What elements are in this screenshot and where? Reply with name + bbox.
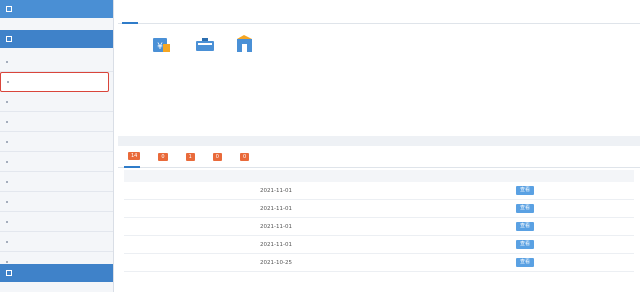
bullet-icon: [6, 60, 8, 63]
user-manage-icon: [234, 34, 256, 56]
bullet-icon: [6, 200, 8, 203]
quick-action-label: [220, 62, 270, 69]
table-header: [124, 170, 634, 182]
quick-action[interactable]: ¥: [136, 34, 186, 69]
bullet-icon: [6, 120, 8, 123]
sidebar-item-selected[interactable]: [0, 72, 109, 92]
view-button[interactable]: 查看: [516, 258, 534, 267]
checkbox-icon: [6, 6, 12, 12]
sidebar-item[interactable]: [0, 212, 113, 232]
table-row: 2021-11-01 查看: [124, 236, 634, 254]
deadline: 2021-11-01: [260, 223, 292, 230]
tab-public-service[interactable]: [186, 0, 202, 24]
task-tabs: 14 0 1 0 0: [118, 146, 640, 168]
bullet-icon: [6, 240, 8, 243]
sidebar-list: [0, 52, 113, 272]
money-card-icon: ¥: [150, 34, 172, 56]
table-row: 2021-10-25 查看: [124, 254, 634, 272]
bullet-icon: [6, 180, 8, 183]
gear-icon: [6, 36, 12, 42]
bullet-icon: [6, 260, 8, 263]
sidebar-item[interactable]: [0, 132, 113, 152]
table-row: 2021-11-01 查看: [124, 200, 634, 218]
quick-action[interactable]: [220, 34, 270, 69]
view-button[interactable]: 查看: [516, 204, 534, 213]
bullet-icon: [6, 140, 8, 143]
sidebar-item[interactable]: [0, 232, 113, 252]
table-row: 2021-11-01 查看: [124, 218, 634, 236]
bullet-icon: [7, 81, 9, 83]
tab-interaction[interactable]: [170, 0, 186, 24]
task-tab[interactable]: 0: [236, 146, 250, 168]
view-button[interactable]: 查看: [516, 240, 534, 249]
tab-my-tasks[interactable]: [122, 0, 138, 24]
sidebar-item[interactable]: [0, 92, 113, 112]
view-button[interactable]: 查看: [516, 186, 534, 195]
task-tab[interactable]: 0: [154, 146, 168, 168]
svg-text:¥: ¥: [157, 42, 163, 52]
sidebar-item[interactable]: [0, 192, 113, 212]
count-badge: 0: [212, 152, 222, 161]
task-table: 2021-11-01 查看 2021-11-01 查看 2021-11-01 查…: [124, 170, 634, 272]
bullet-icon: [6, 220, 8, 223]
top-tabs: [118, 0, 640, 24]
task-tab[interactable]: 14: [124, 146, 141, 168]
deadline: 2021-11-01: [260, 241, 292, 248]
sidebar-item[interactable]: [0, 52, 113, 72]
count-badge: 1: [185, 152, 195, 161]
id-card-icon: [194, 34, 216, 56]
quick-action-label: [136, 62, 186, 69]
gear-icon: [6, 270, 12, 276]
deadline: 2021-11-01: [260, 205, 292, 212]
deadline: 2021-11-01: [260, 187, 292, 194]
deadline: 2021-10-25: [260, 259, 292, 266]
tab-my-query[interactable]: [154, 0, 170, 24]
tab-my-office[interactable]: [138, 0, 154, 24]
sidebar: [0, 0, 114, 292]
count-badge: 14: [128, 151, 141, 160]
task-tab[interactable]: 0: [209, 146, 222, 168]
section-divider: [118, 136, 640, 146]
count-badge: 0: [239, 152, 250, 161]
sidebar-item[interactable]: [0, 172, 113, 192]
main-panel: ¥ 14 0 1 0 0 2021-11-01 查看 2021-11-01 查看…: [118, 0, 640, 292]
sidebar-item[interactable]: [0, 112, 113, 132]
task-tab[interactable]: 1: [182, 146, 195, 168]
sidebar-header[interactable]: [0, 0, 113, 18]
sidebar-item[interactable]: [0, 152, 113, 172]
sidebar-section-header[interactable]: [0, 30, 113, 48]
view-button[interactable]: 查看: [516, 222, 534, 231]
bullet-icon: [6, 160, 8, 163]
quick-actions: ¥: [118, 24, 640, 134]
table-row: 2021-11-01 查看: [124, 182, 634, 200]
bullet-icon: [6, 100, 8, 103]
sidebar-section-header-2[interactable]: [0, 264, 113, 282]
count-badge: 0: [158, 152, 168, 161]
